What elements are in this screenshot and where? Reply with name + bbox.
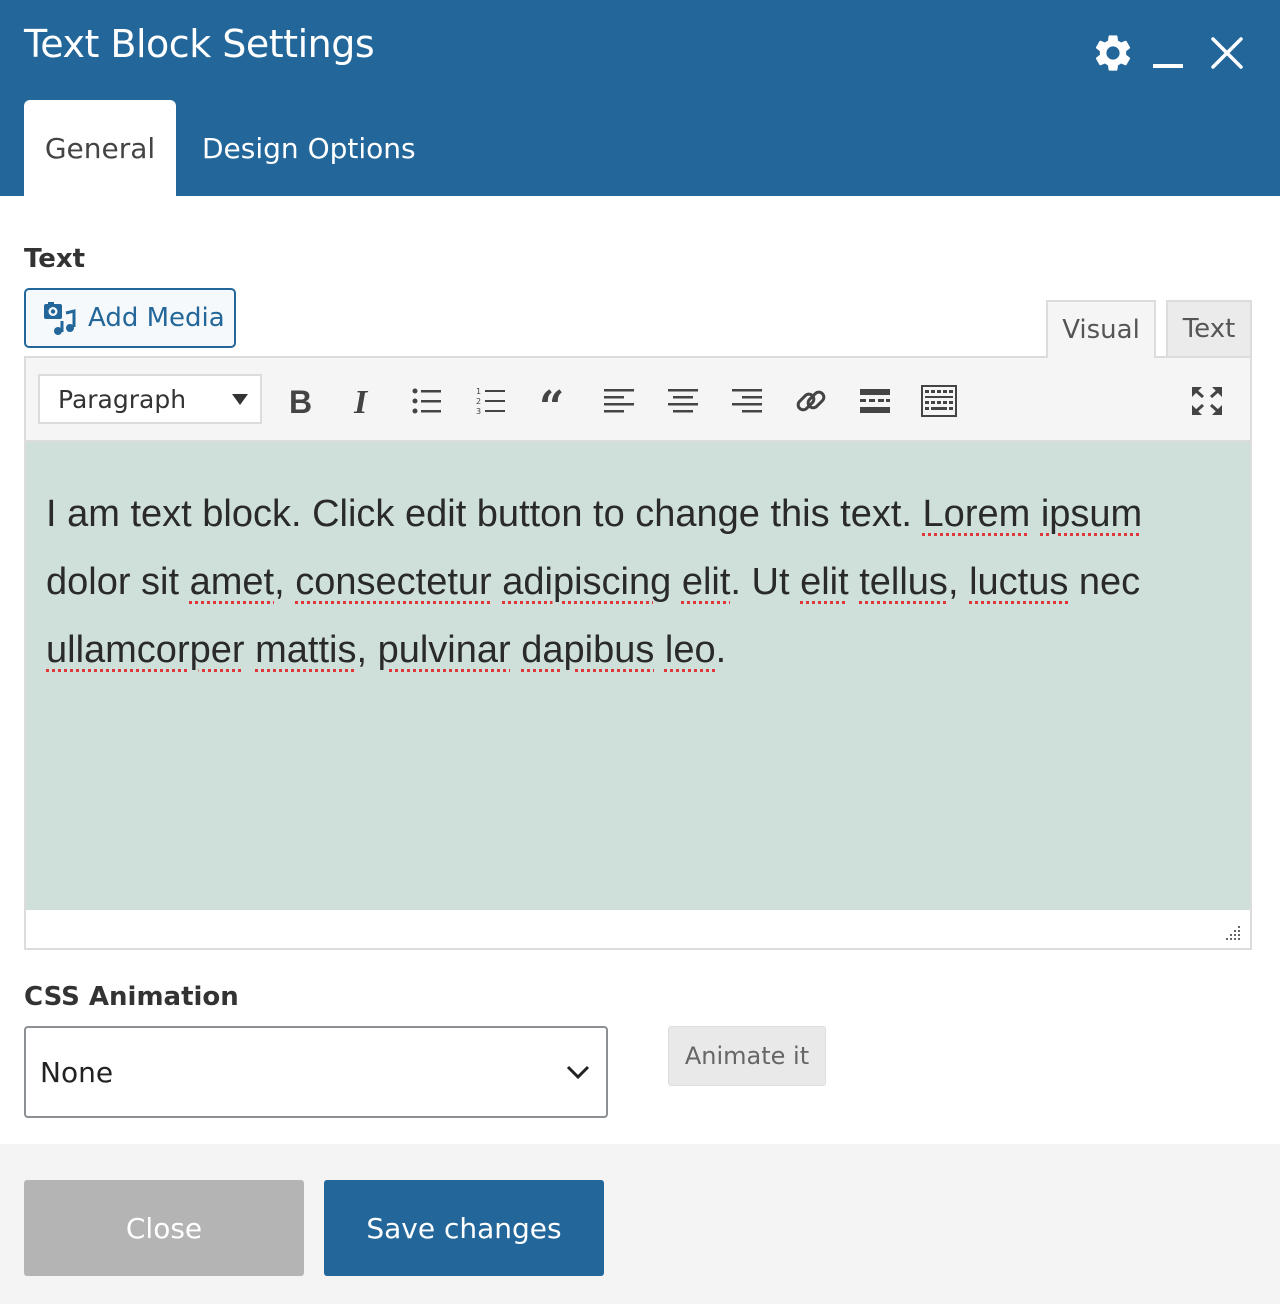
text-segment: nec [1068, 561, 1141, 603]
align-left-icon[interactable] [594, 376, 644, 426]
svg-text:I: I [353, 385, 369, 417]
italic-icon[interactable]: I [338, 376, 388, 426]
tab-text[interactable]: Text [1166, 300, 1252, 358]
text-segment: , [356, 629, 378, 671]
read-more-icon[interactable] [850, 376, 900, 426]
text-segment: I am text block. Click edit button to ch… [46, 493, 923, 535]
text-segment: . Ut [730, 561, 801, 603]
svg-text:3: 3 [476, 407, 481, 416]
add-media-button[interactable]: Add Media [24, 288, 236, 348]
misspelled-word: dapibus [521, 629, 655, 671]
text-segment: dolor sit [46, 561, 190, 603]
dialog-header: Text Block Settings General Design Optio… [0, 0, 1280, 196]
link-icon[interactable] [786, 376, 836, 426]
toolbar-toggle-icon[interactable] [914, 376, 964, 426]
add-media-label: Add Media [88, 303, 225, 333]
svg-text:B: B [289, 385, 312, 417]
misspelled-word: luctus [969, 561, 1069, 603]
misspelled-word: elit [800, 561, 849, 603]
media-icon [42, 301, 76, 335]
misspelled-word: tellus [859, 561, 948, 603]
save-changes-button[interactable]: Save changes [324, 1180, 604, 1276]
misspelled-word: adipiscing [502, 561, 672, 603]
text-segment [1030, 493, 1041, 535]
text-segment [511, 629, 522, 671]
misspelled-word: ullamcorper [46, 629, 245, 671]
misspelled-word: pulvinar [377, 629, 511, 671]
editor-toolbar: Paragraph B I 1 2 3 “ [26, 358, 1250, 442]
text-segment [492, 561, 503, 603]
align-center-icon[interactable] [658, 376, 708, 426]
svg-text:1: 1 [476, 387, 481, 396]
misspelled-word: amet [189, 561, 275, 603]
format-select[interactable]: Paragraph [38, 374, 262, 424]
text-segment: . [715, 629, 727, 671]
bullet-list-icon[interactable] [402, 376, 452, 426]
resize-handle-icon[interactable] [1222, 922, 1242, 942]
fullscreen-icon[interactable] [1182, 376, 1232, 426]
align-right-icon[interactable] [722, 376, 772, 426]
text-segment: , [274, 561, 296, 603]
close-icon[interactable] [1202, 28, 1252, 78]
gear-icon[interactable] [1088, 28, 1138, 78]
misspelled-word: mattis [255, 629, 357, 671]
minimize-icon[interactable] [1148, 28, 1188, 78]
css-animation-value: None [40, 1055, 114, 1089]
editor-statusbar [26, 910, 1250, 948]
css-animation-label: CSS Animation [24, 982, 239, 1012]
bold-icon[interactable]: B [274, 376, 324, 426]
settings-dialog: Text Block Settings General Design Optio… [0, 0, 1280, 1304]
dialog-footer: Close Save changes [0, 1144, 1280, 1304]
misspelled-word: leo [664, 629, 716, 671]
text-segment [671, 561, 682, 603]
numbered-list-icon[interactable]: 1 2 3 [466, 376, 516, 426]
tab-design-options[interactable]: Design Options [202, 100, 416, 196]
text-field-label: Text [24, 244, 86, 274]
editor-content[interactable]: I am text block. Click edit button to ch… [26, 442, 1250, 910]
tab-visual[interactable]: Visual [1046, 300, 1156, 358]
close-button[interactable]: Close [24, 1180, 304, 1276]
text-block-paragraph: I am text block. Click edit button to ch… [46, 480, 1216, 684]
tab-general[interactable]: General [24, 100, 176, 196]
css-animation-select[interactable]: None [24, 1026, 608, 1118]
animate-it-button[interactable]: Animate it [668, 1026, 826, 1086]
rich-text-editor: Paragraph B I 1 2 3 “ I am text block. C… [24, 356, 1252, 950]
text-segment [849, 561, 860, 603]
svg-text:2: 2 [476, 397, 481, 406]
text-segment: , [947, 561, 970, 603]
chevron-down-icon [566, 1064, 590, 1080]
format-select-value: Paragraph [58, 384, 187, 414]
misspelled-word: ipsum [1040, 493, 1143, 535]
misspelled-word: consectetur [295, 561, 492, 603]
text-segment [245, 629, 256, 671]
dialog-title: Text Block Settings [24, 22, 375, 66]
caret-down-icon [232, 393, 248, 405]
svg-text:“: “ [539, 388, 564, 414]
misspelled-word: Lorem [922, 493, 1031, 535]
text-segment [654, 629, 665, 671]
blockquote-icon[interactable]: “ [530, 376, 580, 426]
misspelled-word: elit [681, 561, 731, 603]
